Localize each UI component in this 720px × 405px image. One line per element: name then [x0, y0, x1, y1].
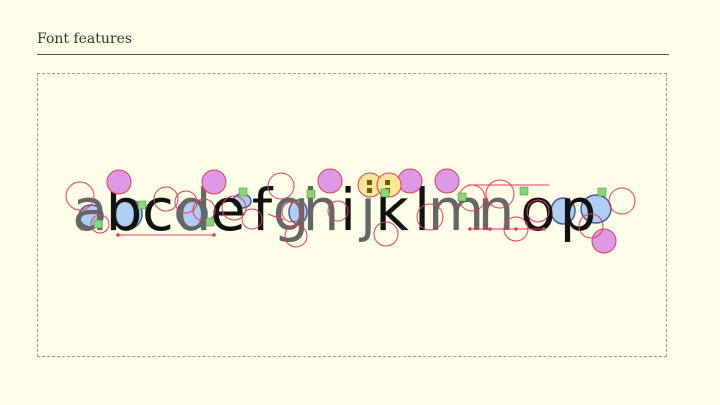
marker-magenta: [434, 168, 460, 194]
glyph-o: o: [520, 176, 556, 244]
marker-green: [519, 186, 529, 196]
marker-ring: [608, 187, 636, 215]
marker-dot: [212, 233, 216, 237]
marker-point: [385, 180, 390, 185]
marker-green: [93, 219, 103, 229]
marker-point: [367, 188, 372, 193]
specimen-panel: abcdefghijklmnop: [37, 73, 667, 357]
title-divider: [37, 54, 669, 55]
page-title: Font features: [37, 31, 133, 47]
glyph-n: n: [478, 176, 515, 244]
marker-green: [137, 200, 147, 210]
marker-dot: [488, 227, 492, 231]
marker-green: [597, 187, 607, 197]
marker-magenta: [397, 168, 423, 194]
marker-magenta: [106, 169, 132, 195]
marker-green: [306, 189, 316, 199]
marker-green: [457, 192, 467, 202]
marker-dot: [116, 233, 120, 237]
glyph-c: c: [142, 176, 174, 244]
marker-dot: [542, 227, 546, 231]
marker-dot: [514, 227, 518, 231]
marker-magenta: [201, 169, 227, 195]
glyph-p: p: [560, 176, 597, 244]
glyph-specimen: ab c de f gh i j k lmn o p: [65, 168, 636, 254]
marker-green: [205, 217, 215, 227]
marker-point: [367, 180, 372, 185]
marker-green: [380, 188, 390, 198]
marker-dot: [468, 227, 472, 231]
marker-magenta: [317, 168, 343, 194]
marker-magenta: [591, 228, 617, 254]
marker-green: [238, 187, 248, 197]
